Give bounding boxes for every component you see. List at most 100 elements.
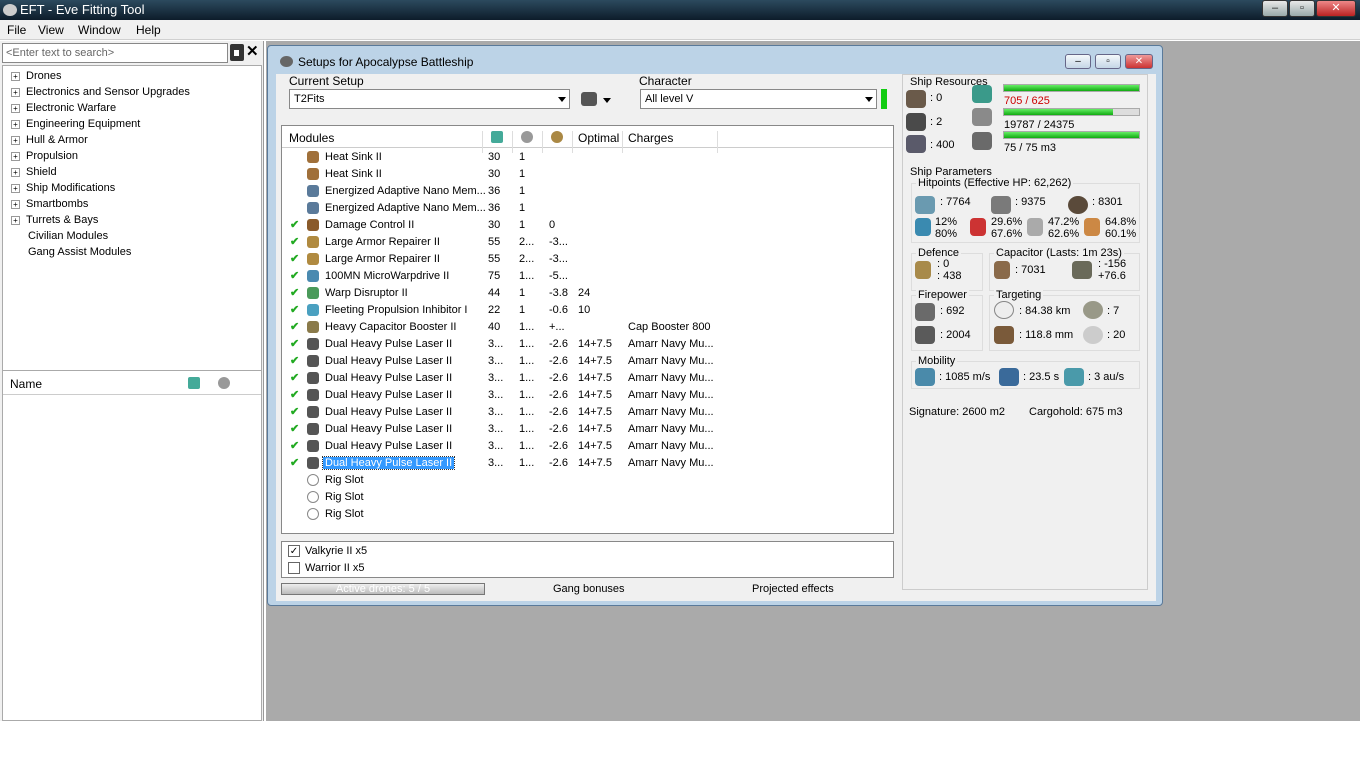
menu-help[interactable]: Help bbox=[136, 23, 161, 37]
expand-icon[interactable]: + bbox=[11, 167, 20, 177]
expand-icon[interactable]: + bbox=[11, 135, 20, 145]
tree-item-propulsion[interactable]: + Propulsion bbox=[11, 148, 78, 164]
ship-options-icon[interactable] bbox=[581, 92, 597, 106]
drone-checkbox[interactable]: ✓ bbox=[288, 545, 300, 558]
character-dropdown[interactable]: All level V bbox=[640, 89, 877, 109]
tree-item-shield[interactable]: + Shield bbox=[11, 164, 57, 180]
module-active-check[interactable]: ✔ bbox=[290, 235, 299, 248]
module-active-check[interactable]: ✔ bbox=[290, 439, 299, 452]
drone-item[interactable]: ✓ Valkyrie II x5 bbox=[288, 545, 367, 558]
cpu-icon[interactable] bbox=[188, 377, 200, 389]
expand-icon[interactable]: + bbox=[11, 87, 20, 97]
module-row[interactable]: Heat Sink II 30 1 bbox=[282, 149, 893, 166]
expand-icon[interactable]: + bbox=[11, 183, 20, 193]
module-row[interactable]: ✔ Dual Heavy Pulse Laser II 3... 1... -2.6 14… bbox=[282, 336, 893, 353]
module-row[interactable]: ✔ Heavy Capacitor Booster II 40 1... +... Cap… bbox=[282, 319, 893, 336]
minimize-button[interactable]: – bbox=[1262, 0, 1288, 17]
window-restore-button[interactable]: ▫ bbox=[1095, 54, 1121, 69]
optimal-column-header[interactable]: Optimal bbox=[578, 131, 619, 145]
tree-item-turrets[interactable]: + Turrets & Bays bbox=[11, 212, 98, 228]
module-active-check[interactable]: ✔ bbox=[290, 218, 299, 231]
module-row[interactable]: Rig Slot bbox=[282, 472, 893, 489]
module-active-check[interactable]: ✔ bbox=[290, 286, 299, 299]
module-row[interactable]: Heat Sink II 30 1 bbox=[282, 166, 893, 183]
powergrid-icon[interactable] bbox=[218, 377, 230, 389]
tree-item-ship-mods[interactable]: + Ship Modifications bbox=[11, 180, 115, 196]
speed-icon bbox=[915, 368, 935, 386]
module-cpu: 3... bbox=[488, 355, 504, 367]
module-row[interactable]: ✔ Dual Heavy Pulse Laser II 3... 1... -2.6 14… bbox=[282, 421, 893, 438]
module-active-check[interactable]: ✔ bbox=[290, 405, 299, 418]
tree-item-civilian[interactable]: Civilian Modules bbox=[28, 228, 108, 244]
charges-column-header[interactable]: Charges bbox=[628, 131, 673, 145]
module-row[interactable]: ✔ Dual Heavy Pulse Laser II 3... 1... -2.6 14… bbox=[282, 404, 893, 421]
window-minimize-button[interactable]: – bbox=[1065, 54, 1091, 69]
capacitor-amount: : 7031 bbox=[1015, 264, 1046, 276]
module-row[interactable]: Rig Slot bbox=[282, 506, 893, 523]
module-charges: Amarr Navy Mu... bbox=[628, 423, 714, 435]
module-active-check[interactable]: ✔ bbox=[290, 252, 299, 265]
close-icon[interactable]: ✕ bbox=[246, 42, 259, 60]
capacitor-icon[interactable] bbox=[551, 131, 563, 143]
menu-view[interactable]: View bbox=[38, 23, 64, 37]
expand-icon[interactable]: + bbox=[11, 71, 20, 81]
search-input[interactable]: <Enter text to search> bbox=[2, 43, 228, 63]
powergrid-icon[interactable] bbox=[521, 131, 533, 143]
name-column-header[interactable]: Name bbox=[10, 377, 42, 391]
module-row[interactable]: ✔ Fleeting Propulsion Inhibitor I 22 1 -0.6 1… bbox=[282, 302, 893, 319]
close-button[interactable]: ✕ bbox=[1316, 0, 1356, 17]
module-row[interactable]: Energized Adaptive Nano Mem... 36 1 bbox=[282, 183, 893, 200]
modules-column-header[interactable]: Modules bbox=[289, 131, 334, 145]
module-row[interactable]: ✔ Dual Heavy Pulse Laser II 3... 1... -2.6 14… bbox=[282, 455, 893, 472]
maximize-button[interactable]: ▫ bbox=[1289, 0, 1315, 17]
current-setup-dropdown[interactable]: T2Fits bbox=[289, 89, 570, 109]
tree-item-hull-armor[interactable]: + Hull & Armor bbox=[11, 132, 88, 148]
expand-icon[interactable]: + bbox=[11, 119, 20, 129]
module-row[interactable]: ✔ Dual Heavy Pulse Laser II 3... 1... -2.6 14… bbox=[282, 387, 893, 404]
module-active-check[interactable]: ✔ bbox=[290, 354, 299, 367]
module-active-check[interactable]: ✔ bbox=[290, 371, 299, 384]
tree-item-smartbombs[interactable]: + Smartbombs bbox=[11, 196, 88, 212]
module-cpu: 3... bbox=[488, 338, 504, 350]
drone-checkbox[interactable] bbox=[288, 562, 300, 575]
chevron-down-icon[interactable] bbox=[603, 98, 611, 103]
menu-window[interactable]: Window bbox=[78, 23, 121, 37]
tree-item-engineering[interactable]: + Engineering Equipment bbox=[11, 116, 140, 132]
module-row[interactable]: Energized Adaptive Nano Mem... 36 1 bbox=[282, 200, 893, 217]
module-name: Heat Sink II bbox=[325, 168, 382, 180]
tree-item-electronics[interactable]: + Electronics and Sensor Upgrades bbox=[11, 84, 190, 100]
module-active-check[interactable]: ✔ bbox=[290, 269, 299, 282]
tree-item-ewar[interactable]: + Electronic Warfare bbox=[11, 100, 116, 116]
module-row[interactable]: ✔ Large Armor Repairer II 55 2... -3... bbox=[282, 251, 893, 268]
projected-effects-button[interactable]: Projected effects bbox=[752, 583, 834, 595]
module-row[interactable]: Rig Slot bbox=[282, 489, 893, 506]
module-row[interactable]: ✔ 100MN MicroWarpdrive II 75 1... -5... bbox=[282, 268, 893, 285]
max-targets-icon bbox=[1083, 301, 1103, 319]
drone-item[interactable]: Warrior II x5 bbox=[288, 562, 365, 575]
lock-icon[interactable] bbox=[230, 44, 244, 61]
tree-item-drones[interactable]: + Drones bbox=[11, 68, 61, 84]
expand-icon[interactable]: + bbox=[11, 199, 20, 209]
module-row[interactable]: ✔ Dual Heavy Pulse Laser II 3... 1... -2.6 14… bbox=[282, 370, 893, 387]
module-cpu: 22 bbox=[488, 304, 501, 316]
module-active-check[interactable]: ✔ bbox=[290, 422, 299, 435]
module-capacitor: -2.6 bbox=[549, 355, 568, 367]
cpu-icon[interactable] bbox=[491, 131, 503, 143]
module-active-check[interactable]: ✔ bbox=[290, 303, 299, 316]
expand-icon[interactable]: + bbox=[11, 103, 20, 113]
menu-file[interactable]: File bbox=[7, 23, 26, 37]
expand-icon[interactable]: + bbox=[11, 215, 20, 225]
module-active-check[interactable]: ✔ bbox=[290, 456, 299, 469]
module-row[interactable]: ✔ Large Armor Repairer II 55 2... -3... bbox=[282, 234, 893, 251]
module-row[interactable]: ✔ Damage Control II 30 1 0 bbox=[282, 217, 893, 234]
module-active-check[interactable]: ✔ bbox=[290, 320, 299, 333]
window-close-button[interactable]: ✕ bbox=[1125, 54, 1153, 69]
expand-icon[interactable]: + bbox=[11, 151, 20, 161]
module-row[interactable]: ✔ Warp Disruptor II 44 1 -3.8 24 bbox=[282, 285, 893, 302]
tree-item-gang-assist[interactable]: Gang Assist Modules bbox=[28, 244, 131, 260]
module-row[interactable]: ✔ Dual Heavy Pulse Laser II 3... 1... -2.6 14… bbox=[282, 353, 893, 370]
module-active-check[interactable]: ✔ bbox=[290, 337, 299, 350]
module-row[interactable]: ✔ Dual Heavy Pulse Laser II 3... 1... -2.6 14… bbox=[282, 438, 893, 455]
gang-bonuses-button[interactable]: Gang bonuses bbox=[553, 583, 625, 595]
module-active-check[interactable]: ✔ bbox=[290, 388, 299, 401]
